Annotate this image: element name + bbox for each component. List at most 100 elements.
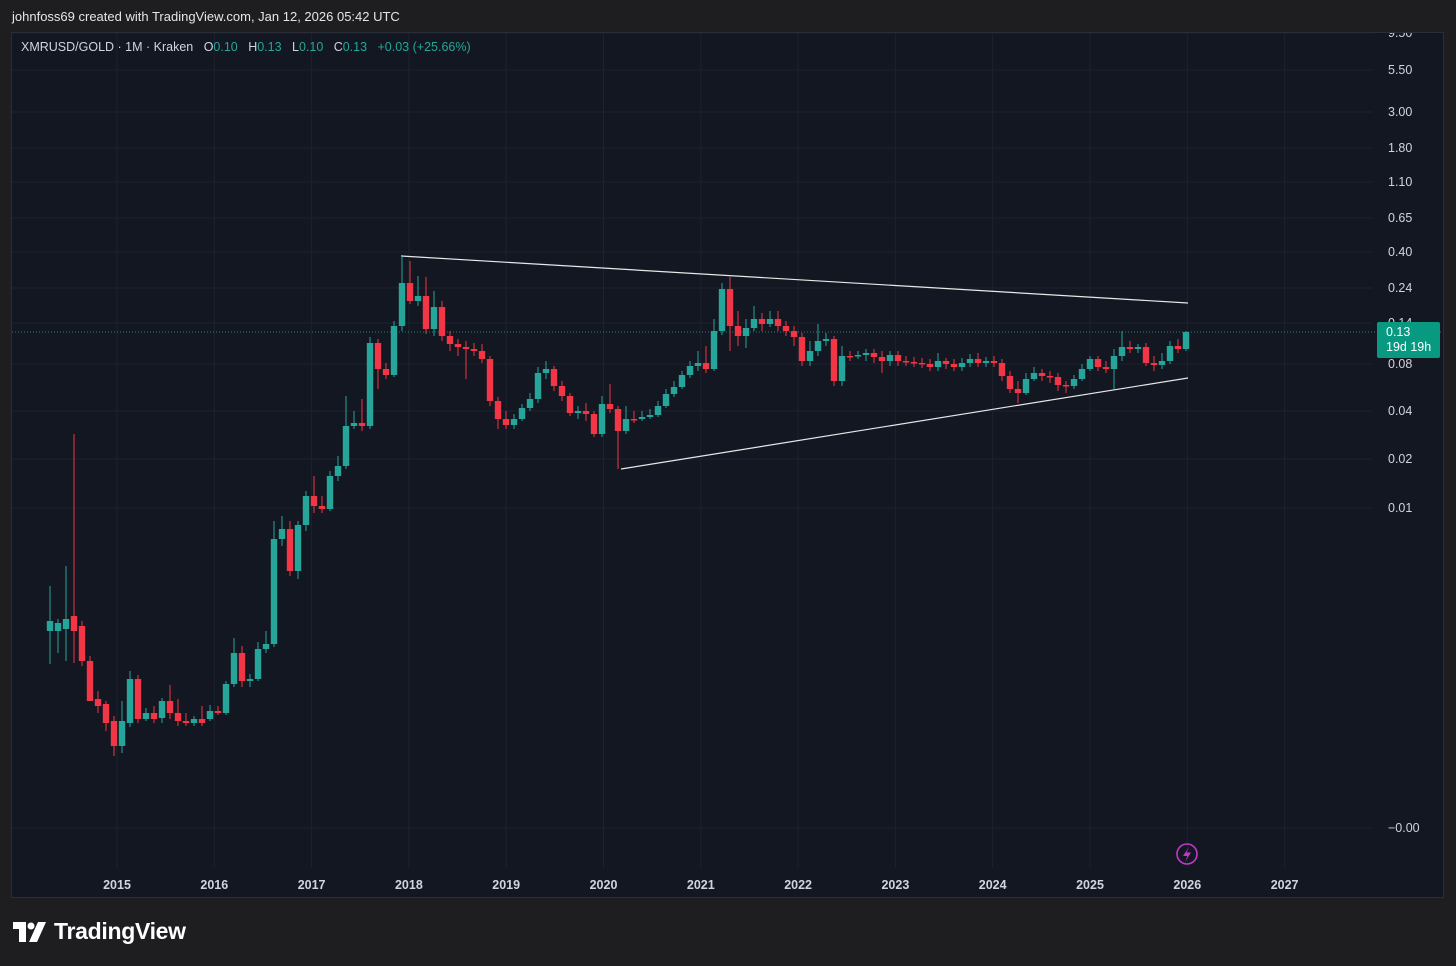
candle-body xyxy=(374,343,382,369)
candle xyxy=(326,471,334,511)
candle xyxy=(1158,353,1166,369)
candle xyxy=(350,411,358,429)
candle-body xyxy=(782,326,790,331)
candle-body xyxy=(190,719,198,723)
candle-body xyxy=(494,401,502,419)
candle-body xyxy=(862,353,870,355)
x-tick-label: 2026 xyxy=(1173,878,1201,892)
x-tick-label: 2027 xyxy=(1271,878,1299,892)
candle-body xyxy=(694,363,702,366)
candle-body xyxy=(766,319,774,324)
candle-body xyxy=(1006,376,1014,389)
candle xyxy=(118,701,126,753)
x-tick-label: 2021 xyxy=(687,878,715,892)
resistance-trendline[interactable] xyxy=(400,255,1189,304)
symbol-title[interactable]: XMRUSD/GOLD · 1M · Kraken xyxy=(21,40,193,54)
candle xyxy=(270,521,278,647)
candle-body xyxy=(638,417,646,419)
candle-body xyxy=(790,331,798,337)
candle-body xyxy=(990,361,998,363)
candle-body xyxy=(710,331,718,369)
candle-body xyxy=(614,409,622,431)
candle xyxy=(638,411,646,421)
candle-body xyxy=(670,387,678,394)
candle-body xyxy=(182,721,190,723)
candle xyxy=(950,359,958,371)
candle-body xyxy=(542,369,550,373)
candle xyxy=(262,631,270,653)
candle xyxy=(230,638,238,687)
chart-canvas[interactable]: 9.505.503.001.801.100.650.400.240.140.08… xyxy=(12,33,1444,898)
low-label: L xyxy=(291,40,299,54)
candle xyxy=(854,351,862,359)
candle-body xyxy=(1014,389,1022,393)
candle xyxy=(182,713,190,726)
candle-body xyxy=(46,621,54,631)
candle-body xyxy=(350,423,358,426)
candle-body xyxy=(910,362,918,364)
x-tick-label: 2025 xyxy=(1076,878,1104,892)
candle-body xyxy=(1070,379,1078,386)
candle xyxy=(462,341,470,379)
candle xyxy=(222,681,230,715)
candle xyxy=(838,346,846,386)
candle-body xyxy=(366,343,374,426)
candle xyxy=(830,336,838,386)
chart-area[interactable]: 9.505.503.001.801.100.650.400.240.140.08… xyxy=(11,32,1444,898)
candle-body xyxy=(102,704,110,723)
candle xyxy=(1174,339,1182,353)
low-value: 0.10 xyxy=(298,40,324,54)
candle-body xyxy=(1078,369,1086,379)
y-tick-label: 0.40 xyxy=(1388,245,1412,259)
x-tick-label: 2016 xyxy=(200,878,228,892)
candle xyxy=(1182,331,1190,351)
candle xyxy=(1014,381,1022,403)
candle xyxy=(366,337,374,429)
candle xyxy=(1110,349,1118,389)
candle-body xyxy=(478,351,486,359)
candle-body xyxy=(230,653,238,684)
candle-body xyxy=(310,496,318,506)
high-label: H xyxy=(248,40,258,54)
y-tick-label: 0.24 xyxy=(1388,281,1412,295)
tradingview-logo[interactable]: TradingView xyxy=(13,918,186,945)
candle-body xyxy=(1054,377,1062,385)
candle-body xyxy=(966,359,974,363)
candle xyxy=(622,406,630,434)
candle-body xyxy=(1038,373,1046,376)
candle xyxy=(78,621,86,666)
candle-body xyxy=(1110,356,1118,369)
open-label: O xyxy=(203,40,214,54)
candle xyxy=(582,403,590,421)
candle-body xyxy=(430,307,438,329)
candle-body xyxy=(1062,385,1070,387)
support-trendline[interactable] xyxy=(620,377,1189,470)
candle xyxy=(1134,344,1142,353)
candle xyxy=(142,708,150,721)
candle xyxy=(1094,356,1102,371)
candle-body xyxy=(510,419,518,425)
candle xyxy=(1030,367,1038,381)
candle xyxy=(46,586,54,664)
candle xyxy=(70,434,78,663)
candle-body xyxy=(854,355,862,357)
candle xyxy=(982,357,990,367)
candle xyxy=(798,333,806,366)
candle-body xyxy=(118,721,126,746)
candle-body xyxy=(1174,346,1182,349)
candle xyxy=(678,371,686,389)
candle xyxy=(566,393,574,416)
candle-body xyxy=(110,721,118,746)
x-tick-label: 2022 xyxy=(784,878,812,892)
candle-body xyxy=(278,529,286,539)
candle xyxy=(774,311,782,331)
candle xyxy=(606,384,614,413)
candle xyxy=(526,393,534,411)
candle-body xyxy=(918,363,926,365)
candle-body xyxy=(1126,347,1134,349)
candle-body xyxy=(654,406,662,415)
candle xyxy=(1062,381,1070,393)
candle xyxy=(398,256,406,331)
candle xyxy=(166,685,174,719)
candle xyxy=(254,642,262,681)
